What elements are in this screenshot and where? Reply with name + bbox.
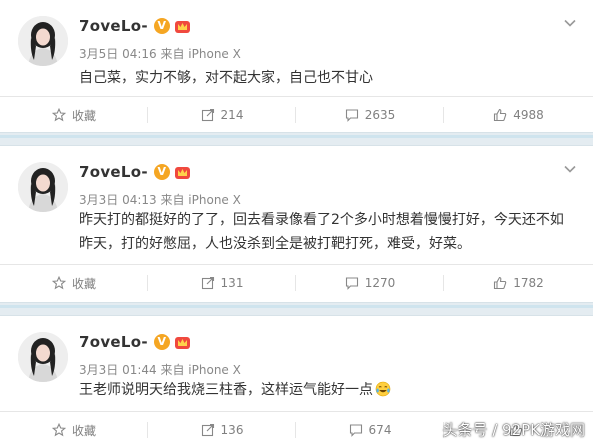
action-bar: 收藏 214 2635 4988 bbox=[0, 96, 593, 133]
like-button[interactable]: 1782 bbox=[444, 265, 593, 301]
like-icon bbox=[494, 108, 507, 122]
like-count: 4988 bbox=[513, 108, 544, 122]
verified-badge-icon: V bbox=[153, 164, 170, 180]
favorite-label: 收藏 bbox=[71, 108, 96, 123]
repost-button[interactable]: 214 bbox=[148, 97, 296, 133]
comment-icon bbox=[345, 109, 358, 122]
comment-count: 1270 bbox=[364, 276, 396, 290]
username[interactable]: 7oveLo- V bbox=[79, 17, 191, 35]
username-text[interactable]: 7oveLo- bbox=[79, 163, 148, 181]
comment-count: 674 bbox=[368, 423, 392, 437]
repost-button[interactable]: 131 bbox=[148, 265, 296, 301]
favorite-button[interactable]: 收藏 bbox=[0, 265, 148, 301]
repost-icon bbox=[201, 423, 214, 437]
repost-count: 131 bbox=[220, 276, 244, 290]
like-count: 1782 bbox=[513, 276, 544, 290]
favorite-label: 收藏 bbox=[71, 276, 96, 291]
post-separator bbox=[0, 302, 593, 316]
chevron-down-icon[interactable] bbox=[563, 162, 577, 176]
verified-badge-icon: V bbox=[153, 334, 170, 350]
avatar[interactable] bbox=[18, 16, 68, 66]
laugh-cry-emoji bbox=[375, 381, 391, 397]
vip-crown-icon bbox=[174, 167, 190, 179]
username-text[interactable]: 7oveLo- bbox=[79, 333, 148, 351]
favorite-label: 收藏 bbox=[71, 423, 96, 438]
weibo-post: 7oveLo- V 3月3日 04:13 来自 iPhone X 昨天打的都挺好… bbox=[0, 146, 593, 302]
repost-button[interactable]: 136 bbox=[148, 412, 296, 448]
repost-count: 136 bbox=[220, 423, 244, 437]
weibo-post: 7oveLo- V 3月5日 04:16 来自 iPhone X 自己菜，实力不… bbox=[0, 0, 593, 132]
post-meta: 3月5日 04:16 来自 iPhone X bbox=[79, 47, 241, 61]
action-bar: 收藏 131 1270 1782 bbox=[0, 264, 593, 301]
like-icon bbox=[494, 276, 507, 290]
like-button[interactable]: 4988 bbox=[444, 97, 593, 133]
repost-icon bbox=[201, 276, 214, 290]
repost-icon bbox=[201, 108, 214, 122]
vip-crown-icon bbox=[174, 337, 190, 349]
comment-icon bbox=[345, 277, 358, 290]
comment-icon bbox=[349, 424, 362, 437]
avatar[interactable] bbox=[18, 332, 68, 382]
comment-button[interactable]: 1270 bbox=[296, 265, 444, 301]
favorite-button[interactable]: 收藏 bbox=[0, 97, 148, 133]
post-meta: 3月3日 01:44 来自 iPhone X bbox=[79, 363, 241, 377]
star-icon bbox=[51, 423, 66, 437]
post-text: 昨天打的都挺好的了了，回去看录像看了2个多小时想着慢慢打好，今天还不如昨天，打的… bbox=[79, 212, 564, 252]
comment-count: 2635 bbox=[364, 108, 396, 122]
username[interactable]: 7oveLo- V bbox=[79, 333, 191, 351]
star-icon bbox=[51, 108, 66, 122]
verified-badge-icon: V bbox=[153, 18, 170, 34]
comment-button[interactable]: 2635 bbox=[296, 97, 444, 133]
watermark: 头条号 / 92PK游戏网 bbox=[442, 421, 585, 439]
favorite-button[interactable]: 收藏 bbox=[0, 412, 148, 448]
star-icon bbox=[51, 276, 66, 290]
post-text: 王老师说明天给我烧三柱香，这样运气能好一点 bbox=[79, 378, 569, 402]
comment-button[interactable]: 674 bbox=[296, 412, 444, 448]
avatar[interactable] bbox=[18, 162, 68, 212]
vip-crown-icon bbox=[174, 21, 190, 33]
username[interactable]: 7oveLo- V bbox=[79, 163, 191, 181]
post-text-content: 王老师说明天给我烧三柱香，这样运气能好一点 bbox=[79, 382, 373, 398]
repost-count: 214 bbox=[220, 108, 244, 122]
chevron-down-icon[interactable] bbox=[563, 16, 577, 30]
post-text: 自己菜，实力不够，对不起大家，自己也不甘心 bbox=[79, 70, 373, 86]
username-text[interactable]: 7oveLo- bbox=[79, 17, 148, 35]
post-separator bbox=[0, 132, 593, 146]
post-meta: 3月3日 04:13 来自 iPhone X bbox=[79, 193, 241, 207]
